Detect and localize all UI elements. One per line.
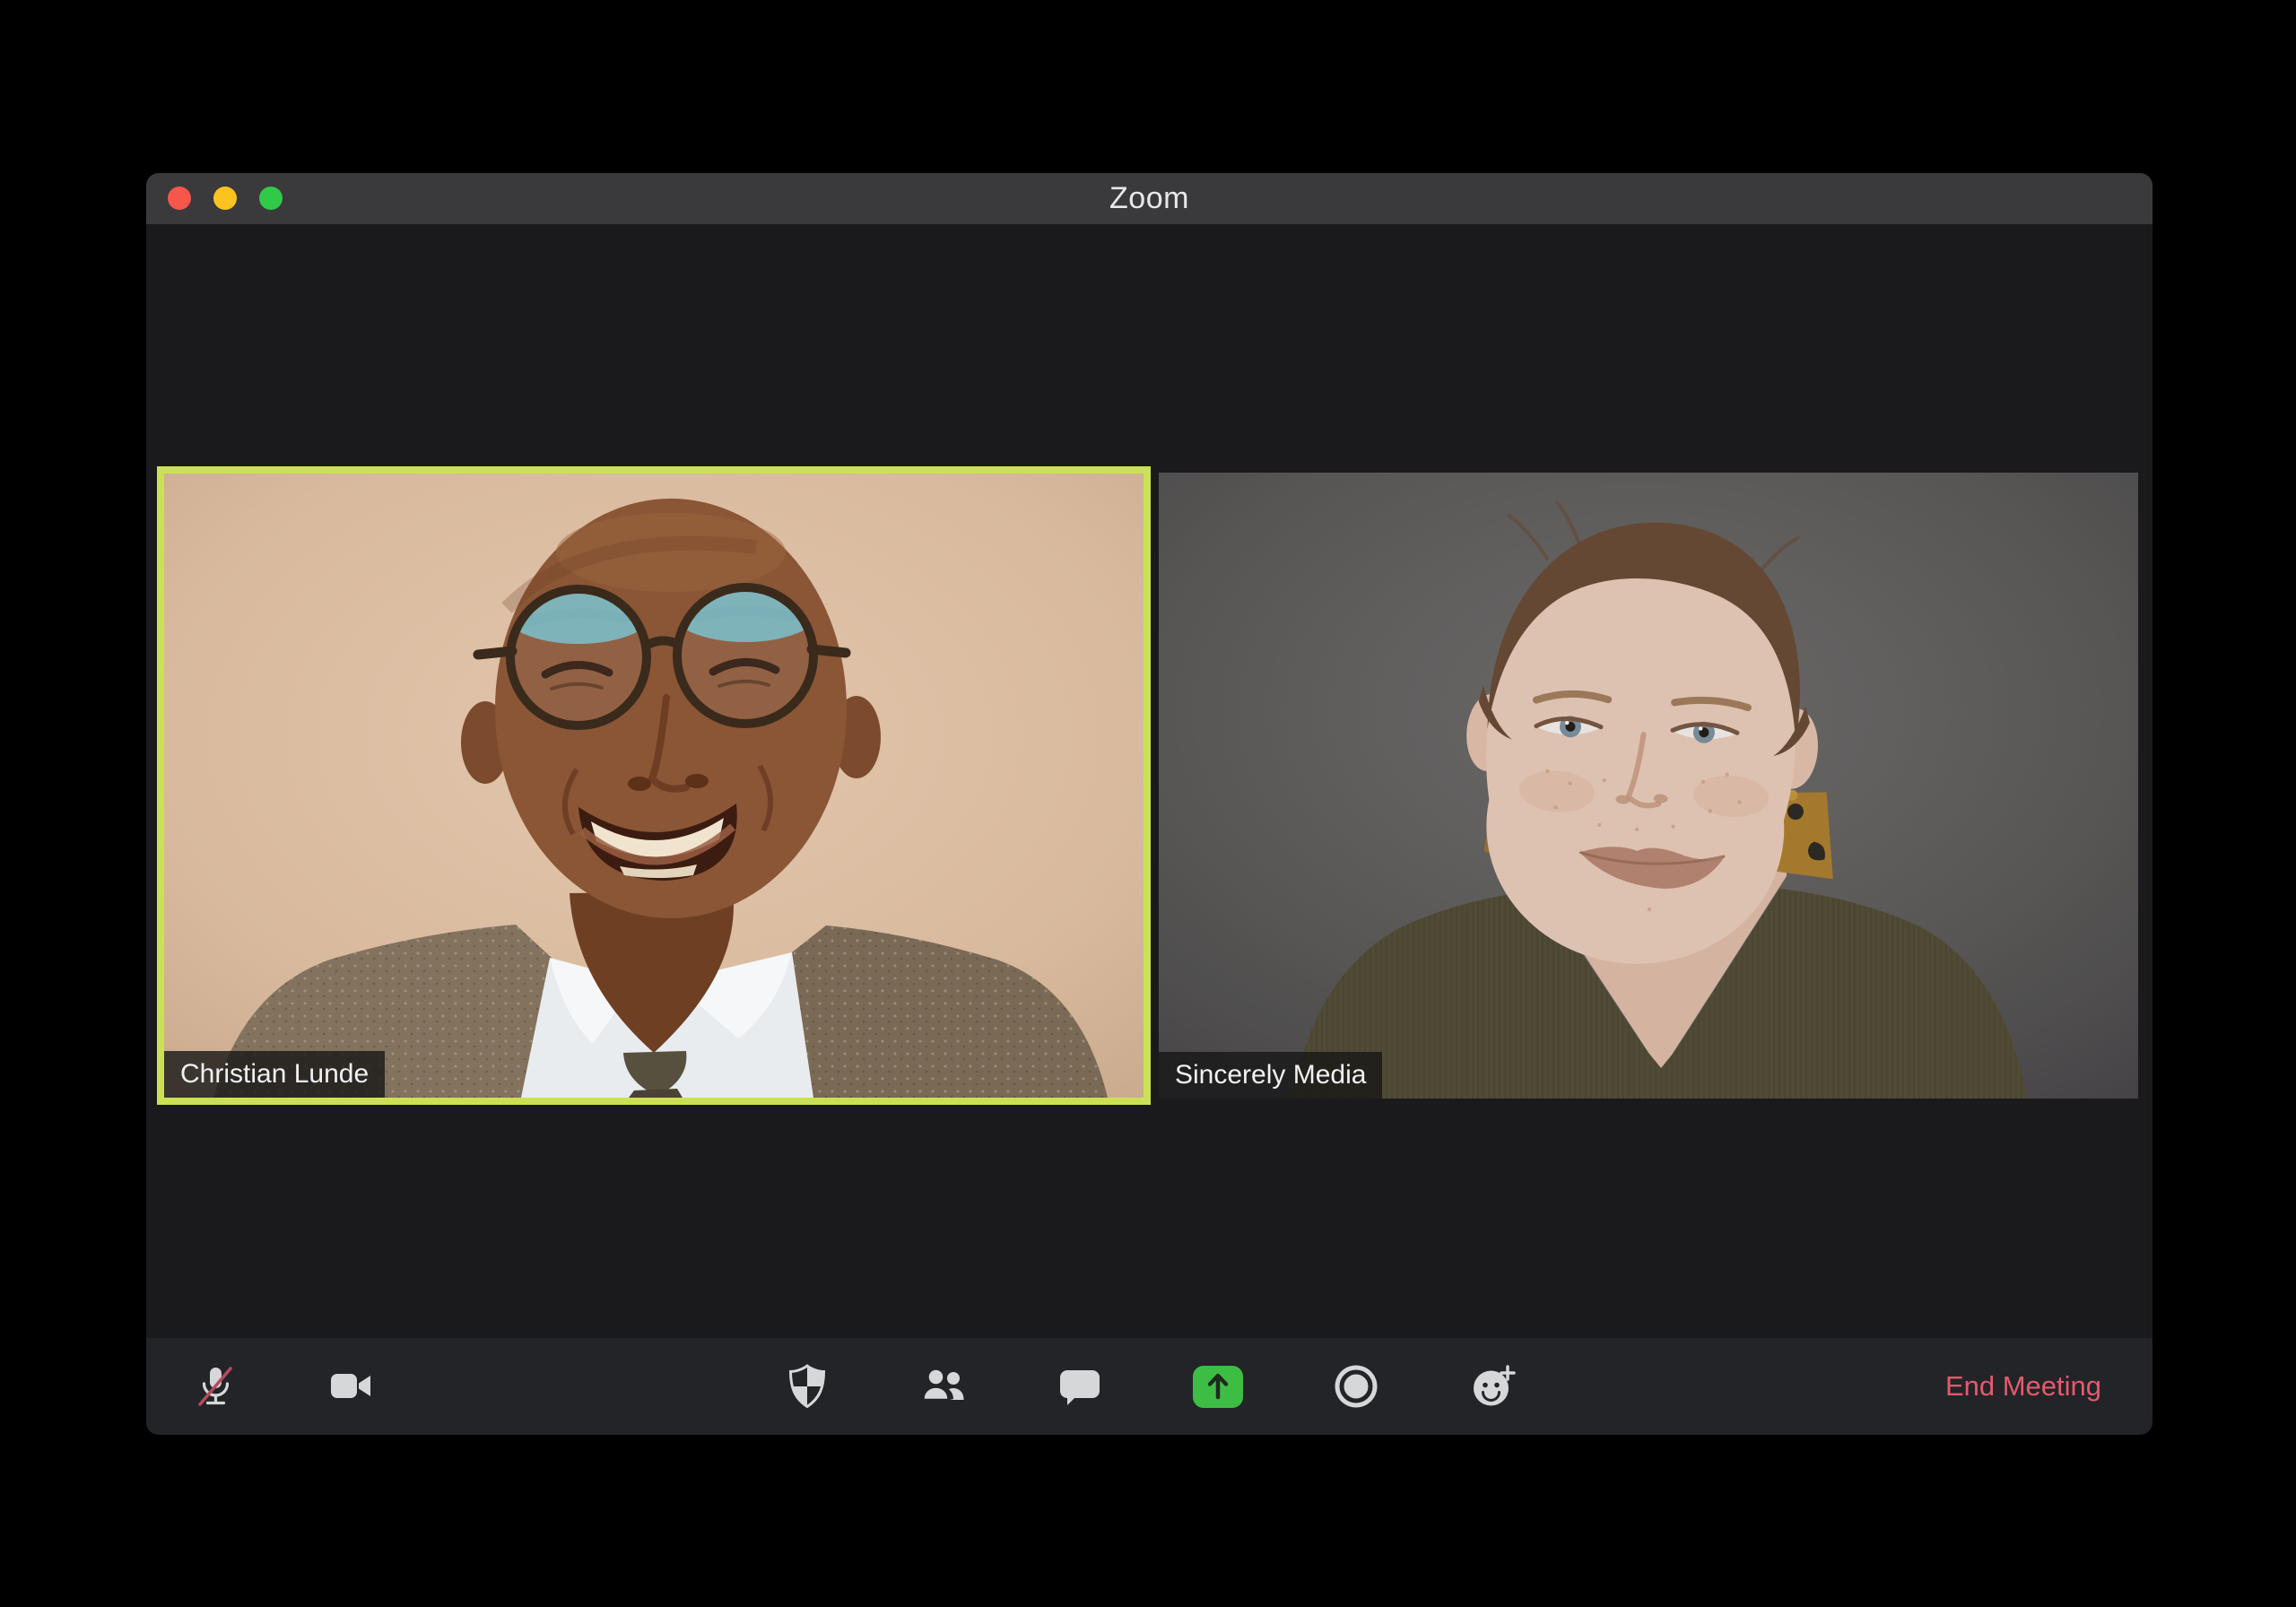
- participants-icon: [921, 1368, 963, 1402]
- toolbar-left-group: [192, 1338, 374, 1435]
- end-meeting-button[interactable]: End Meeting: [1942, 1338, 2105, 1435]
- shield-icon: [788, 1364, 825, 1409]
- participant-name: Sincerely Media: [1175, 1060, 1367, 1090]
- video-tile-sincerely-media[interactable]: Sincerely Media: [1159, 473, 2138, 1099]
- share-screen-button[interactable]: [1192, 1365, 1243, 1408]
- window-title: Zoom: [1109, 181, 1189, 215]
- participant-name: Christian Lunde: [180, 1059, 370, 1089]
- participant-name-label: Sincerely Media: [1159, 1052, 1383, 1099]
- video-camera-icon: [331, 1374, 370, 1398]
- security-button[interactable]: [784, 1363, 831, 1410]
- video-button[interactable]: [327, 1363, 374, 1410]
- microphone-muted-icon: [198, 1367, 232, 1406]
- toolbar-center-group: [784, 1338, 1516, 1435]
- participant-video-christian-lunde: [164, 473, 1144, 1098]
- window-titlebar[interactable]: Zoom: [146, 173, 2152, 224]
- video-tile-christian-lunde[interactable]: Christian Lunde: [157, 466, 1151, 1105]
- meeting-toolbar: End Meeting: [146, 1338, 2152, 1435]
- participants-button[interactable]: [920, 1363, 967, 1410]
- share-screen-arrow-icon: [1207, 1373, 1228, 1400]
- record-icon: [1335, 1365, 1377, 1408]
- participant-video-sincerely-media: [1159, 473, 2138, 1099]
- chat-button[interactable]: [1057, 1363, 1103, 1410]
- record-button[interactable]: [1333, 1363, 1379, 1410]
- mute-button[interactable]: [192, 1363, 239, 1410]
- reactions-button[interactable]: [1469, 1363, 1516, 1410]
- zoom-app-window: Zoom Christian Lunde Sincerely Media End…: [146, 173, 2152, 1435]
- chat-bubble-icon: [1059, 1370, 1100, 1405]
- desktop-background: Zoom Christian Lunde Sincerely Media End…: [0, 0, 2296, 1607]
- participant-name-label: Christian Lunde: [164, 1051, 386, 1098]
- reactions-smiley-icon: [1473, 1365, 1516, 1406]
